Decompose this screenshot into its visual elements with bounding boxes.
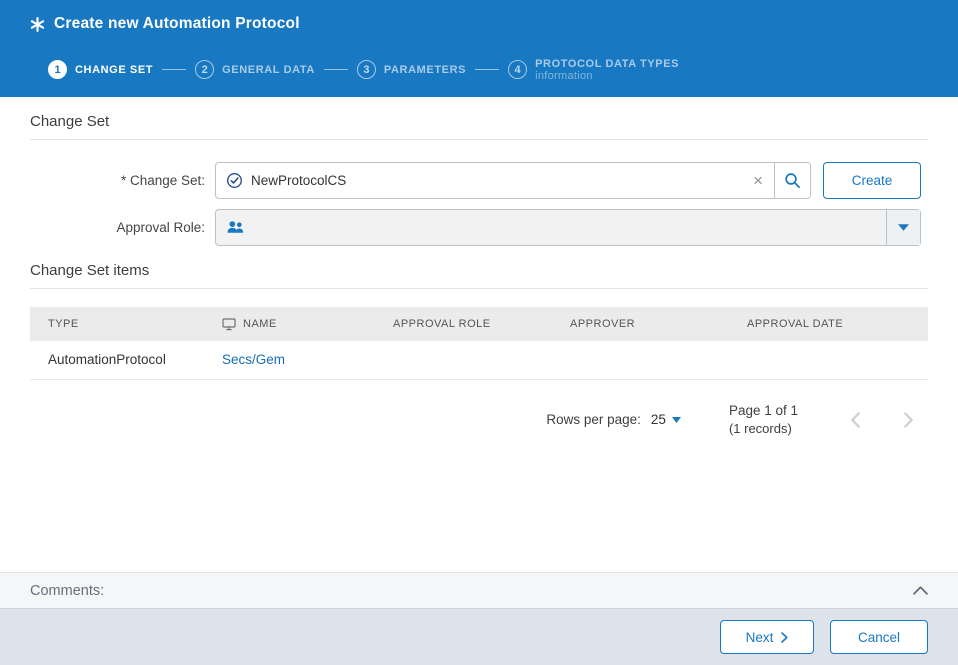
dialog-header: Create new Automation Protocol 1 CHANGE … xyxy=(0,0,958,97)
rows-per-page-select[interactable]: 25 xyxy=(651,412,681,427)
previous-page-button[interactable] xyxy=(850,411,861,429)
next-page-button[interactable] xyxy=(903,411,914,429)
page-title: Create new Automation Protocol xyxy=(54,15,300,33)
collapse-button[interactable] xyxy=(913,586,928,595)
step-number: 3 xyxy=(357,60,376,79)
cell-approval-role xyxy=(375,341,552,379)
change-set-form: * Change Set: NewProtocolCS × xyxy=(30,162,928,246)
search-icon xyxy=(784,172,801,189)
stepper-connector xyxy=(162,69,186,70)
clear-icon[interactable]: × xyxy=(742,172,774,189)
chevron-right-icon xyxy=(903,411,914,429)
stepper-connector xyxy=(324,69,348,70)
main-content: Change Set * Change Set: NewProtocolCS × xyxy=(0,97,958,572)
page-info: Page 1 of 1 (1 records) xyxy=(729,402,798,438)
item-name-link[interactable]: Secs/Gem xyxy=(222,352,285,367)
comments-label: Comments: xyxy=(30,583,104,599)
step-label: PARAMETERS xyxy=(384,64,466,76)
table-row[interactable]: AutomationProtocol Secs/Gem xyxy=(30,341,928,379)
rows-per-page-arrow-icon xyxy=(672,417,681,423)
change-set-value: NewProtocolCS xyxy=(251,173,742,188)
chevron-up-icon xyxy=(913,586,928,595)
stepper-step-change-set[interactable]: 1 CHANGE SET xyxy=(48,60,153,79)
step-label: PROTOCOL DATA TYPES xyxy=(535,58,679,70)
approval-role-label: Approval Role: xyxy=(30,220,215,235)
rows-per-page-label: Rows per page: xyxy=(546,412,641,427)
change-set-label: * Change Set: xyxy=(30,173,215,188)
step-label: CHANGE SET xyxy=(75,64,153,76)
create-automation-protocol-dialog: Create new Automation Protocol 1 CHANGE … xyxy=(0,0,958,665)
create-button[interactable]: Create xyxy=(823,162,921,199)
dialog-footer: Next Cancel xyxy=(0,608,958,665)
change-set-row: * Change Set: NewProtocolCS × xyxy=(30,162,928,199)
dropdown-arrow-icon[interactable] xyxy=(886,210,920,245)
table-header-row: TYPE NAME xyxy=(30,307,928,341)
check-circle-icon xyxy=(216,172,251,189)
stepper-step-parameters[interactable]: 3 PARAMETERS xyxy=(357,60,466,79)
column-header-name[interactable]: NAME xyxy=(204,307,375,341)
stepper-step-general-data[interactable]: 2 GENERAL DATA xyxy=(195,60,315,79)
next-chevron-icon xyxy=(781,632,788,643)
page-label: Page 1 of 1 xyxy=(729,402,798,420)
column-header-approval-role[interactable]: APPROVAL ROLE xyxy=(375,307,552,341)
change-set-section-title: Change Set xyxy=(30,113,928,140)
change-set-items-table: TYPE NAME xyxy=(30,307,928,380)
stepper-connector xyxy=(475,69,499,70)
column-header-type[interactable]: TYPE xyxy=(30,307,204,341)
step-number: 1 xyxy=(48,60,67,79)
approval-role-select[interactable] xyxy=(215,209,921,246)
comments-section-header[interactable]: Comments: xyxy=(0,572,958,608)
pagination-bar: Rows per page: 25 Page 1 of 1 (1 records… xyxy=(30,402,928,438)
step-number: 4 xyxy=(508,60,527,79)
cancel-button[interactable]: Cancel xyxy=(830,620,928,654)
change-set-input[interactable]: NewProtocolCS × xyxy=(215,162,811,199)
title-row: Create new Automation Protocol xyxy=(0,0,958,48)
column-header-approver[interactable]: APPROVER xyxy=(552,307,729,341)
chevron-left-icon xyxy=(850,411,861,429)
step-label: GENERAL DATA xyxy=(222,64,315,76)
step-number: 2 xyxy=(195,60,214,79)
cell-approval-date xyxy=(729,341,928,379)
people-icon xyxy=(216,220,253,235)
cell-approver xyxy=(552,341,729,379)
step-sublabel: information xyxy=(535,70,679,82)
search-button[interactable] xyxy=(774,163,810,198)
wizard-stepper: 1 CHANGE SET 2 GENERAL DATA 3 PARAMETERS… xyxy=(0,48,958,97)
column-header-approval-date[interactable]: APPROVAL DATE xyxy=(729,307,928,341)
change-set-items-title: Change Set items xyxy=(30,262,928,289)
cell-type: AutomationProtocol xyxy=(30,341,204,379)
stepper-step-protocol-data-types[interactable]: 4 PROTOCOL DATA TYPES information xyxy=(508,58,679,82)
next-button[interactable]: Next xyxy=(720,620,814,654)
records-label: (1 records) xyxy=(729,420,798,438)
asterisk-icon xyxy=(30,17,45,32)
monitor-icon xyxy=(222,318,236,331)
approval-role-row: Approval Role: xyxy=(30,209,928,246)
